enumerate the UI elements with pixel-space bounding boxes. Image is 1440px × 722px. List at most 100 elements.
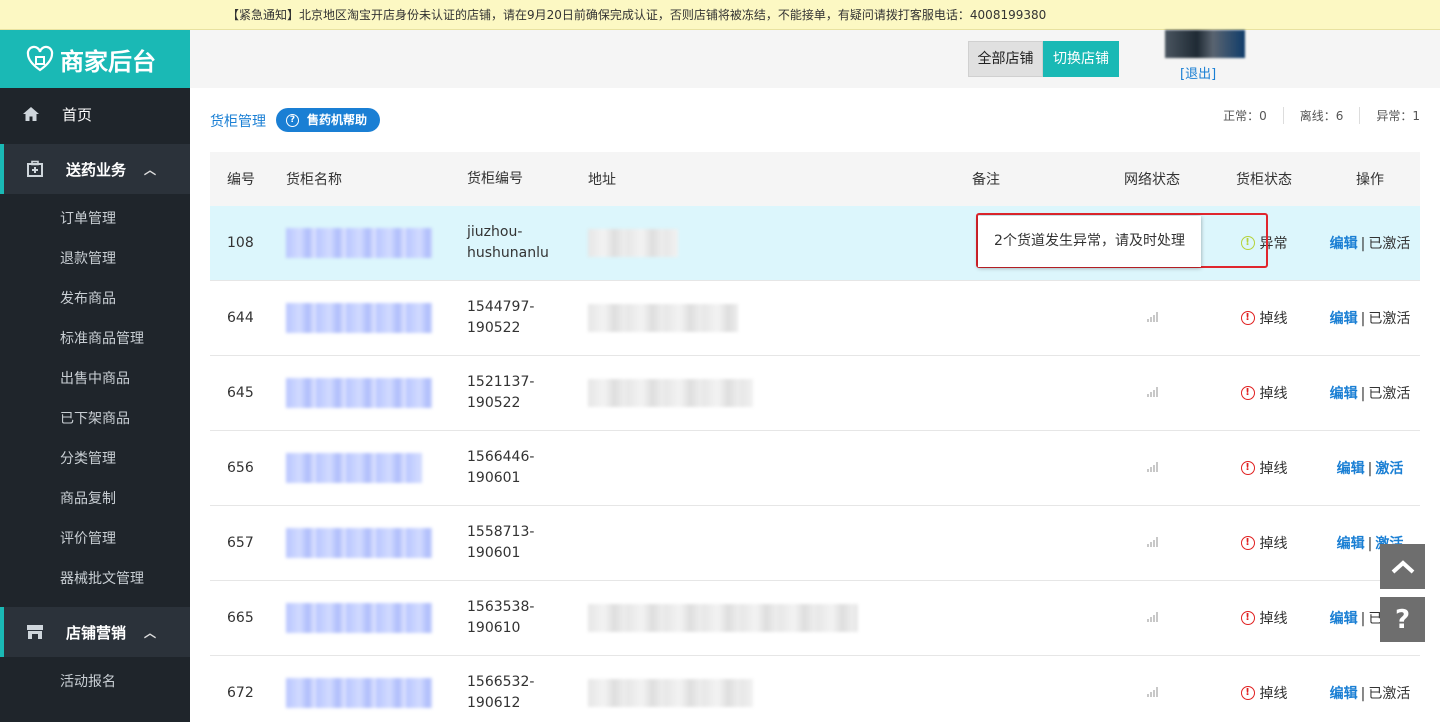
sidebar-item-home[interactable]: 首页 bbox=[0, 90, 190, 138]
status-badge: 掉线 bbox=[1259, 461, 1288, 477]
cell-code: 1566446- 190601 bbox=[467, 447, 588, 489]
activation-status: 已激活 bbox=[1368, 311, 1411, 327]
cell-id: 656 bbox=[227, 460, 254, 476]
sidebar-group-delivery[interactable]: 送药业务 ︿ bbox=[0, 144, 190, 194]
edit-link[interactable]: 编辑 bbox=[1330, 611, 1358, 627]
header-code: 货柜编号 bbox=[467, 170, 523, 187]
switch-store-button[interactable]: 切换店铺 bbox=[1043, 41, 1119, 77]
activation-status: 已激活 bbox=[1368, 686, 1411, 702]
code-part-2: 190522 bbox=[467, 320, 521, 336]
activation-status: 已激活 bbox=[1368, 236, 1411, 252]
cell-actions: 编辑|已激活 bbox=[1320, 383, 1420, 403]
sidebar-item-on-sale[interactable]: 出售中商品 bbox=[0, 359, 190, 399]
top-bar: 全部店铺 切换店铺 [退出] bbox=[190, 30, 1440, 88]
cell-name[interactable] bbox=[286, 678, 467, 708]
code-part-1: 1566446- bbox=[467, 449, 535, 465]
redacted-name bbox=[286, 303, 432, 333]
question-icon: ? bbox=[1394, 604, 1411, 635]
breadcrumb[interactable]: 货柜管理 bbox=[210, 111, 266, 131]
logo-text: 商家后台 bbox=[60, 47, 156, 76]
edit-link[interactable]: 编辑 bbox=[1330, 311, 1358, 327]
cell-code: jiuzhou-hushunanlu bbox=[467, 222, 588, 264]
help-button-label: 售药机帮助 bbox=[307, 113, 368, 127]
cell-name[interactable] bbox=[286, 603, 467, 633]
back-to-top-button[interactable] bbox=[1380, 544, 1425, 589]
code-part-2: 190522 bbox=[467, 395, 521, 411]
cell-status: ! 掉线 bbox=[1208, 608, 1320, 628]
table-row: 645 1521137- 190522! 掉线 编辑 | 已激活 bbox=[210, 356, 1420, 431]
home-icon bbox=[22, 105, 40, 123]
edit-link[interactable]: 编辑 bbox=[1337, 536, 1365, 552]
sidebar-item-standard-products[interactable]: 标准商品管理 bbox=[0, 319, 190, 359]
sidebar-item-event-signup[interactable]: 活动报名 bbox=[0, 662, 190, 702]
cell-address bbox=[588, 379, 972, 407]
notice-bar: 【紧急通知】北京地区淘宝开店身份未认证的店铺，请在9月20日前确保完成认证，否则… bbox=[0, 0, 1440, 30]
code-part-2: hushunanlu bbox=[467, 245, 549, 261]
code-part-2: 190610 bbox=[467, 620, 521, 636]
redacted-name bbox=[286, 528, 432, 558]
sidebar-item-reviews[interactable]: 评价管理 bbox=[0, 519, 190, 559]
table-row: 672 1566532- 190612! 掉线 编辑 | 已激活 bbox=[210, 656, 1420, 722]
cell-code: 1566532- 190612 bbox=[467, 672, 588, 714]
sidebar-item-device-approvals[interactable]: 器械批文管理 bbox=[0, 559, 190, 599]
separator: | bbox=[1360, 311, 1366, 327]
stat-abnormal: 异常：1 bbox=[1359, 107, 1420, 124]
header-network: 网络状态 bbox=[1124, 172, 1180, 188]
all-stores-button[interactable]: 全部店铺 bbox=[968, 41, 1043, 77]
separator: | bbox=[1360, 236, 1366, 252]
sidebar-item-orders[interactable]: 订单管理 bbox=[0, 199, 190, 239]
code-part-1: 1521137- bbox=[467, 374, 535, 390]
vending-help-button[interactable]: ? 售药机帮助 bbox=[276, 108, 381, 132]
edit-link[interactable]: 编辑 bbox=[1337, 461, 1365, 477]
cell-id: 657 bbox=[227, 535, 254, 551]
table-row: 6651563538-190610!掉线编辑|已激活 bbox=[210, 581, 1420, 656]
separator: | bbox=[1360, 686, 1366, 702]
edit-link[interactable]: 编辑 bbox=[1330, 686, 1358, 702]
sidebar-item-copy-products[interactable]: 商品复制 bbox=[0, 479, 190, 519]
cell-id: 665 bbox=[227, 610, 254, 626]
sidebar-item-refunds[interactable]: 退款管理 bbox=[0, 239, 190, 279]
logo[interactable]: 商家后台 bbox=[0, 30, 190, 88]
main-content: 货柜管理 ? 售药机帮助 正常：0 离线：6 异常：1 编号 货柜名称 货柜编号… bbox=[190, 88, 1440, 722]
status-badge: 掉线 bbox=[1259, 311, 1288, 327]
error-icon: ! bbox=[1240, 536, 1255, 550]
logout-link[interactable]: [退出] bbox=[1180, 63, 1216, 82]
table-header: 编号 货柜名称 货柜编号 地址 备注 网络状态 货柜状态 操作 bbox=[210, 152, 1420, 206]
header-address: 地址 bbox=[588, 172, 616, 188]
redacted-name bbox=[286, 603, 432, 633]
sidebar-group-label: 店铺营销 bbox=[66, 623, 127, 642]
cell-status: ! 掉线 bbox=[1208, 533, 1320, 553]
cell-name[interactable] bbox=[286, 228, 467, 258]
shop-heart-icon bbox=[26, 45, 54, 72]
code-part-1: 1563538- bbox=[467, 599, 535, 615]
help-float-button[interactable]: ? bbox=[1380, 597, 1425, 642]
sidebar-item-publish[interactable]: 发布商品 bbox=[0, 279, 190, 319]
sidebar: 商家后台 首页 送药业务 ︿ 订单管理 退款管理 发布商品 标准商品管理 出售中… bbox=[0, 30, 190, 722]
edit-link[interactable]: 编辑 bbox=[1330, 236, 1358, 252]
table-row: 644 1544797- 190522! 掉线 编辑 | 已激活 bbox=[210, 281, 1420, 356]
sidebar-item-off-shelf[interactable]: 已下架商品 bbox=[0, 399, 190, 439]
status-badge: 掉线 bbox=[1259, 611, 1288, 627]
cell-name[interactable] bbox=[286, 378, 467, 408]
redacted-address bbox=[588, 229, 678, 257]
signal-icon bbox=[1146, 687, 1158, 697]
cell-network bbox=[1096, 460, 1208, 476]
separator: | bbox=[1360, 611, 1366, 627]
cell-id: 644 bbox=[227, 310, 254, 326]
cell-status: ! 掉线 bbox=[1208, 683, 1320, 703]
sidebar-item-categories[interactable]: 分类管理 bbox=[0, 439, 190, 479]
cell-name[interactable] bbox=[286, 528, 467, 558]
cell-address bbox=[588, 604, 972, 632]
cell-name[interactable] bbox=[286, 303, 467, 333]
activation-status[interactable]: 激活 bbox=[1375, 461, 1403, 477]
error-icon: ! bbox=[1240, 386, 1255, 400]
cell-name[interactable] bbox=[286, 453, 467, 483]
error-icon: ! bbox=[1240, 686, 1255, 700]
sidebar-group-marketing[interactable]: 店铺营销 ︿ bbox=[0, 607, 190, 657]
cell-network bbox=[1096, 685, 1208, 701]
sidebar-group-label: 送药业务 bbox=[66, 160, 127, 179]
signal-icon bbox=[1146, 612, 1158, 622]
code-part-1: 1544797- bbox=[467, 299, 535, 315]
cell-actions: 编辑|已激活 bbox=[1320, 233, 1420, 253]
edit-link[interactable]: 编辑 bbox=[1330, 386, 1358, 402]
